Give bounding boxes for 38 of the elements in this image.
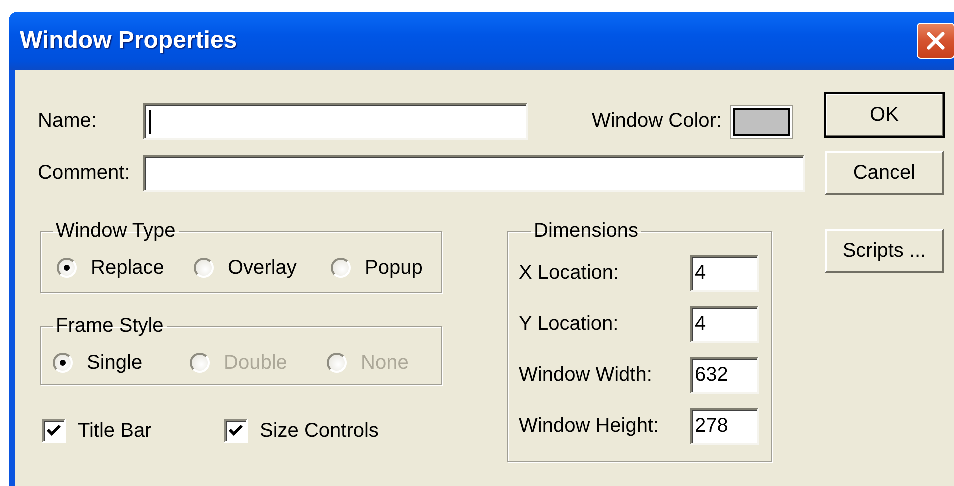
close-icon xyxy=(925,30,947,52)
group-title: Window Type xyxy=(55,220,177,243)
radio-button[interactable] xyxy=(194,258,214,278)
option-label[interactable]: Replace xyxy=(91,256,164,280)
option-label: Double xyxy=(224,352,288,374)
checkbox[interactable] xyxy=(42,419,66,443)
checkbox-label[interactable]: Size Controls xyxy=(260,420,379,442)
field-label: Window Color: xyxy=(592,110,722,133)
comment-field[interactable] xyxy=(143,155,805,192)
field-label: Window Height: xyxy=(519,415,660,438)
field-label: Y Location: xyxy=(519,313,619,336)
window-title: Window Properties xyxy=(20,27,238,55)
name-field[interactable] xyxy=(143,103,528,140)
number-field[interactable]: 4 xyxy=(690,306,759,343)
option-label[interactable]: Popup xyxy=(365,256,423,280)
dialog-button[interactable]: OK xyxy=(825,93,944,137)
dialog-button[interactable]: Scripts ... xyxy=(825,229,944,273)
check-icon xyxy=(46,424,62,438)
close-button[interactable] xyxy=(917,23,954,59)
radio-button[interactable] xyxy=(53,353,73,373)
field-label: X Location: xyxy=(519,262,620,285)
field-label: Name: xyxy=(38,110,98,133)
number-field[interactable]: 278 xyxy=(690,408,759,445)
radio-button[interactable] xyxy=(331,258,351,278)
radio-button[interactable] xyxy=(57,258,77,278)
option-label[interactable]: Overlay xyxy=(228,256,297,280)
number-field[interactable]: 632 xyxy=(690,357,759,394)
option-label[interactable]: Single xyxy=(87,352,143,374)
group-title: Dimensions xyxy=(533,220,640,243)
field-label: Window Width: xyxy=(519,364,652,387)
checkbox[interactable] xyxy=(224,419,248,443)
field-label: Comment: xyxy=(38,162,132,185)
check-icon xyxy=(228,424,244,438)
group-title: Frame Style xyxy=(55,315,165,338)
checkbox-label[interactable]: Title Bar xyxy=(78,420,152,442)
number-field[interactable]: 4 xyxy=(690,255,759,292)
dialog-button[interactable]: Cancel xyxy=(825,151,944,195)
option-label: None xyxy=(361,352,409,374)
